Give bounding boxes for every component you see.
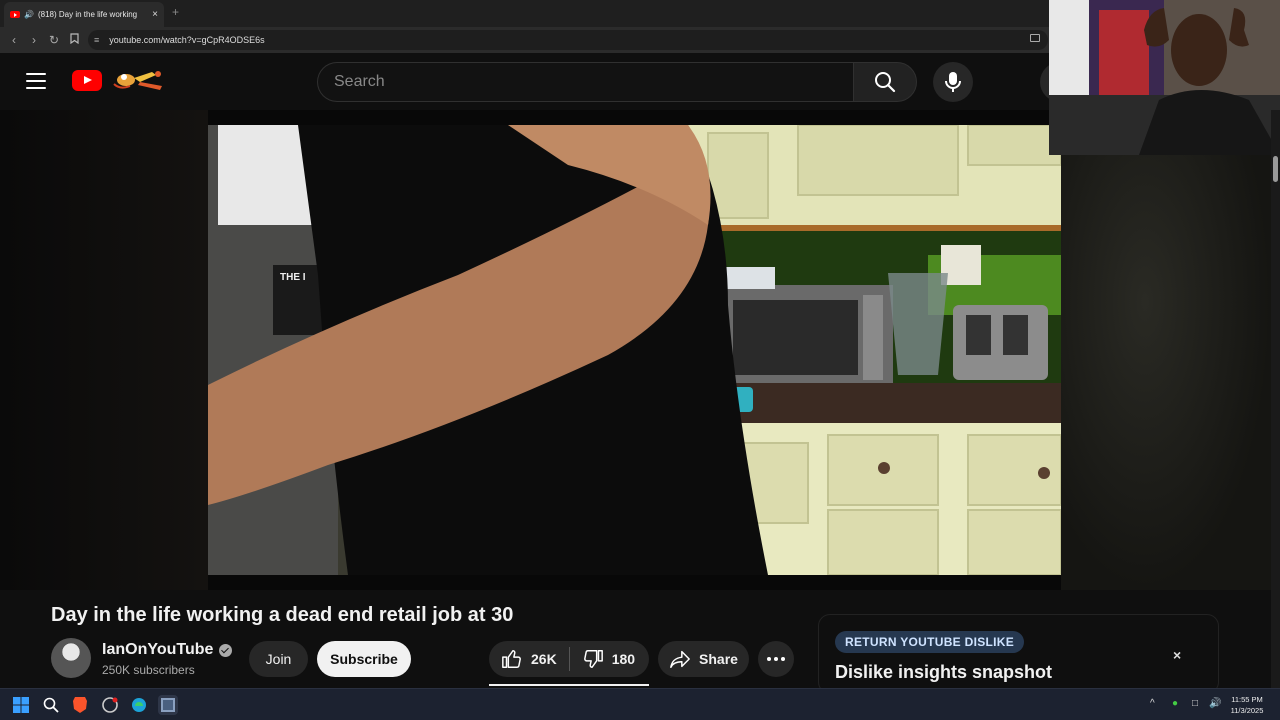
- channel-name-row[interactable]: IanOnYouTube: [102, 641, 233, 659]
- thumbs-down-icon: [583, 650, 603, 668]
- speaker-icon[interactable]: 🔊: [24, 10, 34, 19]
- thumbs-up-icon: [502, 650, 521, 668]
- new-tab-button[interactable]: +: [172, 5, 179, 19]
- system-clock[interactable]: 11:55 PM 11/3/2025: [1225, 694, 1269, 716]
- like-dislike-bar: 26K 180: [489, 641, 649, 677]
- volume-icon[interactable]: 🔊: [1209, 698, 1221, 709]
- ambient-left: [0, 110, 208, 590]
- url-text: youtube.com/watch?v=gCpR4ODSE6s: [109, 35, 265, 45]
- app-icon[interactable]: [100, 695, 120, 715]
- edge-browser-icon[interactable]: [129, 695, 149, 715]
- channel-name[interactable]: IanOnYouTube: [102, 641, 213, 659]
- close-tab-icon[interactable]: ×: [152, 9, 158, 20]
- close-icon[interactable]: ×: [1173, 647, 1181, 663]
- more-horizontal-icon: [767, 657, 785, 661]
- like-ratio-bar: [489, 684, 649, 686]
- cast-icon[interactable]: [1030, 34, 1040, 42]
- share-label: Share: [699, 651, 738, 667]
- search-icon[interactable]: [41, 695, 61, 715]
- svg-text:THE I: THE I: [280, 272, 306, 283]
- brave-browser-icon[interactable]: [70, 695, 90, 715]
- browser-tab[interactable]: 🔊 (818) Day in the life working ×: [4, 2, 164, 27]
- like-count: 26K: [531, 651, 557, 667]
- channel-avatar[interactable]: [51, 638, 91, 678]
- ryd-card: RETURN YOUTUBE DISLIKE Dislike insights …: [818, 614, 1219, 694]
- network-icon[interactable]: □: [1192, 698, 1198, 709]
- search-input[interactable]: [317, 62, 854, 102]
- windows-taskbar: ^ ● □ 🔊 11:55 PM 11/3/2025: [0, 688, 1280, 720]
- microphone-icon: [945, 72, 961, 92]
- video-player[interactable]: THE I: [208, 125, 1061, 575]
- subscriber-count: 250K subscribers: [102, 663, 195, 677]
- search-box: [317, 62, 917, 102]
- screen: 🔊 (818) Day in the life working × + ‹ › …: [0, 0, 1280, 720]
- subscribe-button[interactable]: Subscribe: [317, 641, 411, 677]
- clock-date: 11/3/2025: [1230, 706, 1264, 715]
- menu-icon[interactable]: [26, 73, 46, 89]
- forward-icon[interactable]: ›: [24, 33, 44, 47]
- video-title: Day in the life working a dead end retai…: [51, 604, 514, 626]
- tray-chevron-icon[interactable]: ^: [1150, 698, 1155, 709]
- youtube-logo-icon[interactable]: [72, 70, 102, 91]
- search-icon: [875, 72, 896, 93]
- voice-search-button[interactable]: [933, 62, 973, 102]
- clock-time: 11:55 PM: [1231, 695, 1263, 704]
- youtube-favicon-icon: [10, 11, 20, 18]
- join-button[interactable]: Join: [249, 641, 308, 677]
- tray-mic-icon[interactable]: ●: [1172, 698, 1178, 709]
- doodle-logo-icon[interactable]: [104, 66, 168, 94]
- video-area: THE I: [0, 110, 1280, 590]
- dislike-button[interactable]: 180: [570, 641, 647, 677]
- ambient-right: [1061, 110, 1271, 590]
- page-scrollbar[interactable]: [1271, 110, 1280, 690]
- reload-icon[interactable]: ↻: [44, 33, 64, 47]
- like-button[interactable]: 26K: [489, 641, 569, 677]
- site-settings-icon[interactable]: ≡: [94, 35, 99, 45]
- active-app-icon[interactable]: [158, 695, 178, 715]
- back-icon[interactable]: ‹: [4, 33, 24, 47]
- address-bar[interactable]: ≡ youtube.com/watch?v=gCpR4ODSE6s: [88, 30, 1048, 50]
- scrollbar-thumb[interactable]: [1273, 156, 1278, 182]
- dislike-count: 180: [611, 651, 636, 667]
- share-icon: [670, 650, 690, 668]
- webcam-overlay: [1049, 0, 1280, 155]
- share-button[interactable]: Share: [658, 641, 749, 677]
- more-actions-button[interactable]: [758, 641, 794, 677]
- bookmark-icon[interactable]: [64, 33, 84, 47]
- windows-start-icon[interactable]: [11, 695, 31, 715]
- ryd-badge: RETURN YOUTUBE DISLIKE: [835, 631, 1025, 653]
- tab-title: (818) Day in the life working: [37, 10, 138, 19]
- search-button[interactable]: [853, 62, 917, 102]
- ryd-title: Dislike insights snapshot: [835, 662, 1053, 682]
- verified-icon: [219, 643, 233, 657]
- video-frame: THE I: [208, 125, 1061, 575]
